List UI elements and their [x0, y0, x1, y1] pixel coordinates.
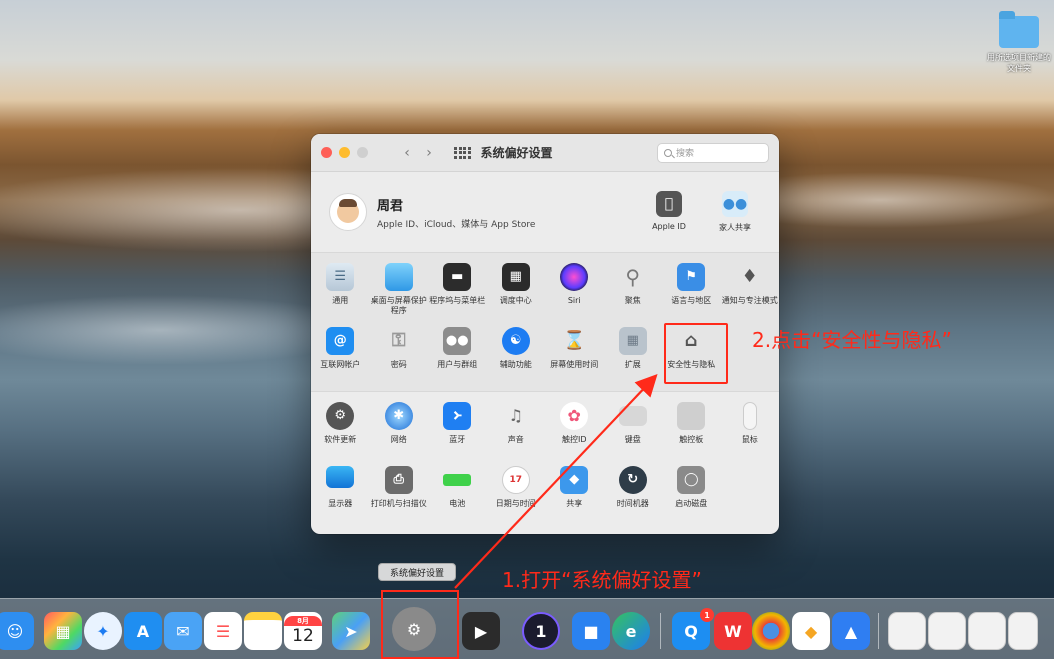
- calendar-day: 12: [292, 626, 314, 646]
- calendar-month: 8月: [284, 616, 322, 626]
- maps-icon[interactable]: ➤: [332, 612, 370, 650]
- qq-icon[interactable]: Q1: [672, 608, 714, 650]
- recent-doc-3-icon[interactable]: [968, 612, 1006, 650]
- notification-badge: 1: [700, 608, 714, 622]
- dock-separator: [660, 613, 661, 649]
- recent-doc-2-icon[interactable]: [928, 612, 966, 650]
- wps-icon[interactable]: W: [714, 612, 752, 650]
- mail-icon[interactable]: ✉: [164, 612, 202, 650]
- chrome-icon[interactable]: [752, 612, 790, 650]
- calendar-icon[interactable]: 8月 12: [284, 612, 322, 650]
- dock: ☺ ▦ ✦ A ✉ ☰ 8月 12 ➤ ⚙ ▶ 1 ■ e Q1 W ◆ ▲: [0, 598, 1054, 659]
- app-store-icon[interactable]: A: [124, 612, 162, 650]
- safari-icon[interactable]: ✦: [84, 612, 122, 650]
- reminders-icon[interactable]: ☰: [204, 612, 242, 650]
- annotation-arrow: [454, 374, 658, 589]
- recent-doc-1-icon[interactable]: [888, 612, 926, 650]
- edge-icon[interactable]: e: [612, 612, 650, 650]
- notes-icon[interactable]: [244, 612, 282, 650]
- sketch-icon[interactable]: ◆: [792, 612, 830, 650]
- onepassword-icon[interactable]: 1: [522, 612, 560, 650]
- feishu-icon[interactable]: ■: [572, 612, 610, 650]
- downloads-stack-icon[interactable]: [1008, 612, 1038, 650]
- dock-separator-2: [878, 613, 879, 649]
- baidu-netdisk-icon[interactable]: ▲: [832, 612, 870, 650]
- dock-tooltip: 系统偏好设置: [378, 563, 456, 581]
- finder-icon[interactable]: ☺: [0, 612, 34, 650]
- dock-highlight-box: [381, 590, 459, 659]
- launchpad-icon[interactable]: ▦: [44, 612, 82, 650]
- final-cut-icon[interactable]: ▶: [462, 612, 500, 650]
